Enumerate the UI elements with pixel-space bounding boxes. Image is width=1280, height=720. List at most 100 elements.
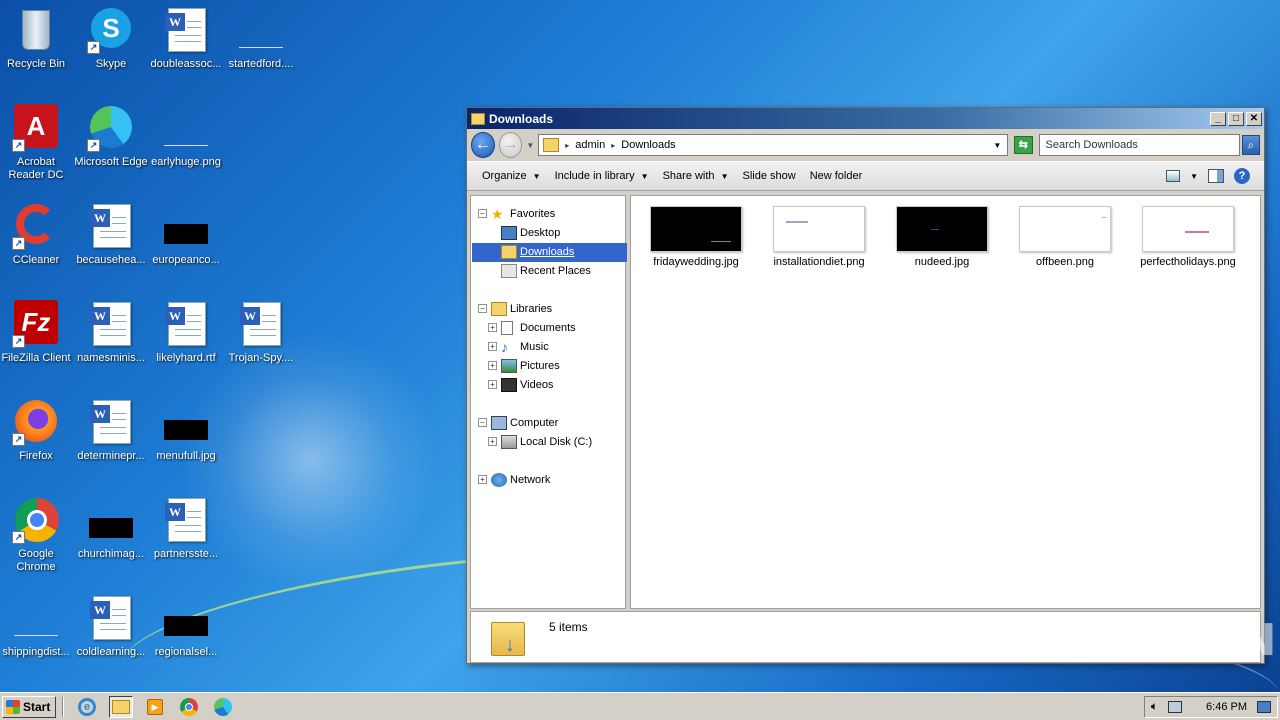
search-input[interactable]: Search Downloads: [1038, 134, 1240, 156]
collapse-icon[interactable]: −: [478, 304, 487, 313]
image-file-icon: [87, 496, 135, 544]
recent-pages-dropdown[interactable]: ▼: [526, 141, 534, 150]
downloads-folder-icon: [543, 138, 560, 152]
desktop-icon-becausehea[interactable]: W becausehea...: [73, 202, 149, 267]
close-button[interactable]: ✕: [1246, 111, 1262, 126]
expand-icon[interactable]: +: [488, 361, 497, 370]
hard-disk-icon: [501, 434, 517, 449]
show-desktop-icon[interactable]: [1257, 700, 1271, 713]
image-file-icon: [162, 104, 210, 152]
forward-button[interactable]: →: [498, 132, 523, 158]
nav-music[interactable]: + ♪ Music: [471, 337, 625, 356]
taskbar-divider: [62, 696, 64, 717]
nav-favorites[interactable]: − ★ Favorites: [471, 204, 625, 223]
file-item[interactable]: fridaywedding.jpg: [641, 206, 751, 269]
expand-icon[interactable]: +: [488, 323, 497, 332]
desktop-icon-shippingdist[interactable]: shippingdist...: [0, 594, 74, 659]
word-document-icon: W: [87, 398, 135, 446]
desktop-icon-determinepr[interactable]: W determinepr...: [73, 398, 149, 463]
desktop-icon-edge[interactable]: ↗ Microsoft Edge: [73, 104, 149, 169]
nav-local-disk[interactable]: + Local Disk (C:): [471, 432, 625, 451]
downloads-folder-icon: [501, 244, 517, 259]
desktop-icon-doubleassoc[interactable]: W doubleassoc...: [148, 6, 224, 71]
address-dropdown-icon[interactable]: ▼: [993, 141, 1001, 150]
refresh-button[interactable]: ⇆: [1014, 136, 1033, 154]
desktop-icon-acrobat[interactable]: A ↗ Acrobat Reader DC: [0, 104, 74, 182]
desktop-icon-regionalsel[interactable]: regionalsel...: [148, 594, 224, 659]
word-document-icon: W: [162, 300, 210, 348]
title-bar[interactable]: Downloads _ □ ✕: [467, 108, 1264, 129]
edge-icon: ↗: [87, 104, 135, 152]
word-document-icon: W: [87, 300, 135, 348]
collapse-icon[interactable]: −: [478, 209, 487, 218]
chrome-taskbar-icon[interactable]: [177, 696, 201, 718]
taskbar: Start e ▶ 🔈︎ 6:46 PM: [0, 692, 1280, 720]
collapse-icon[interactable]: −: [478, 418, 487, 427]
nav-network[interactable]: + Network: [471, 470, 625, 489]
file-item[interactable]: offbeen.png: [1010, 206, 1120, 269]
address-bar[interactable]: ▸ admin ▸ Downloads ▼: [538, 134, 1009, 156]
breadcrumb-admin[interactable]: admin: [575, 139, 605, 151]
expand-icon[interactable]: +: [488, 437, 497, 446]
volume-icon[interactable]: 🔈︎: [1151, 699, 1158, 714]
desktop-icon-ccleaner[interactable]: ↗ CCleaner: [0, 202, 74, 267]
clock[interactable]: 6:46 PM: [1206, 701, 1247, 713]
desktop-icon-partnersste[interactable]: W partnersste...: [148, 496, 224, 561]
nav-recent-places[interactable]: Recent Places: [471, 261, 625, 280]
desktop-icon-europeanco[interactable]: europeanco...: [148, 202, 224, 267]
desktop-icon-churchimag[interactable]: churchimag...: [73, 496, 149, 561]
acrobat-icon: A ↗: [12, 104, 60, 152]
desktop-icon-filezilla[interactable]: Fz ↗ FileZilla Client: [0, 300, 74, 365]
desktop-icon-menufull[interactable]: menufull.jpg: [148, 398, 224, 463]
file-item[interactable]: perfectholidays.png: [1133, 206, 1243, 269]
desktop-icon-recycle-bin[interactable]: Recycle Bin: [0, 6, 74, 71]
nav-videos[interactable]: + Videos: [471, 375, 625, 394]
view-dropdown-icon[interactable]: ▼: [1190, 172, 1198, 181]
edge-taskbar-icon[interactable]: [211, 696, 235, 718]
include-in-library-menu[interactable]: Include in library ▼: [548, 166, 656, 186]
new-folder-button[interactable]: New folder: [803, 166, 870, 186]
slide-show-button[interactable]: Slide show: [735, 166, 802, 186]
back-button[interactable]: ←: [471, 132, 495, 158]
image-thumbnail: [773, 206, 865, 252]
desktop-icon-firefox[interactable]: ↗ Firefox: [0, 398, 74, 463]
breadcrumb-downloads[interactable]: Downloads: [621, 139, 675, 151]
nav-pictures[interactable]: + Pictures: [471, 356, 625, 375]
nav-desktop[interactable]: Desktop: [471, 223, 625, 242]
desktop-icon-coldlearning[interactable]: W coldlearning...: [73, 594, 149, 659]
share-with-menu[interactable]: Share with ▼: [656, 166, 736, 186]
internet-explorer-icon[interactable]: e: [75, 696, 99, 718]
explorer-taskbar-icon[interactable]: [109, 695, 133, 718]
expand-icon[interactable]: +: [488, 380, 497, 389]
skype-icon: S ↗: [87, 6, 135, 54]
nav-downloads[interactable]: Downloads: [471, 242, 625, 261]
start-button[interactable]: Start: [2, 695, 56, 718]
recent-places-icon: [501, 263, 517, 278]
maximize-button[interactable]: □: [1228, 111, 1244, 126]
expand-icon[interactable]: +: [488, 342, 497, 351]
change-view-icon[interactable]: [1166, 170, 1181, 182]
filezilla-icon: Fz ↗: [12, 300, 60, 348]
nav-libraries[interactable]: − Libraries: [471, 299, 625, 318]
help-icon[interactable]: ?: [1234, 168, 1250, 184]
desktop-icon-earlyhuge[interactable]: earlyhuge.png: [148, 104, 224, 169]
file-item[interactable]: nudeed.jpg: [887, 206, 997, 269]
organize-menu[interactable]: Organize ▼: [475, 166, 548, 186]
media-player-icon[interactable]: ▶: [143, 696, 167, 718]
desktop-icon-trojan-spy[interactable]: W Trojan-Spy....: [223, 300, 299, 365]
expand-icon[interactable]: +: [478, 475, 487, 484]
image-file-icon: [162, 202, 210, 250]
nav-computer[interactable]: − Computer: [471, 413, 625, 432]
nav-documents[interactable]: + Documents: [471, 318, 625, 337]
minimize-button[interactable]: _: [1210, 111, 1226, 126]
network-status-icon[interactable]: [1168, 700, 1183, 713]
file-item[interactable]: installationdiet.png: [764, 206, 874, 269]
desktop-icon-startedford[interactable]: startedford....: [223, 6, 299, 71]
desktop-icon-chrome[interactable]: ↗ Google Chrome: [0, 496, 74, 574]
search-icon[interactable]: ⌕: [1241, 135, 1260, 155]
desktop-icon-namesminis[interactable]: W namesminis...: [73, 300, 149, 365]
image-thumbnail: [650, 206, 742, 252]
desktop-icon-skype[interactable]: S ↗ Skype: [73, 6, 149, 71]
desktop-icon-likelyhard[interactable]: W likelyhard.rtf: [148, 300, 224, 365]
preview-pane-icon[interactable]: [1208, 169, 1224, 183]
